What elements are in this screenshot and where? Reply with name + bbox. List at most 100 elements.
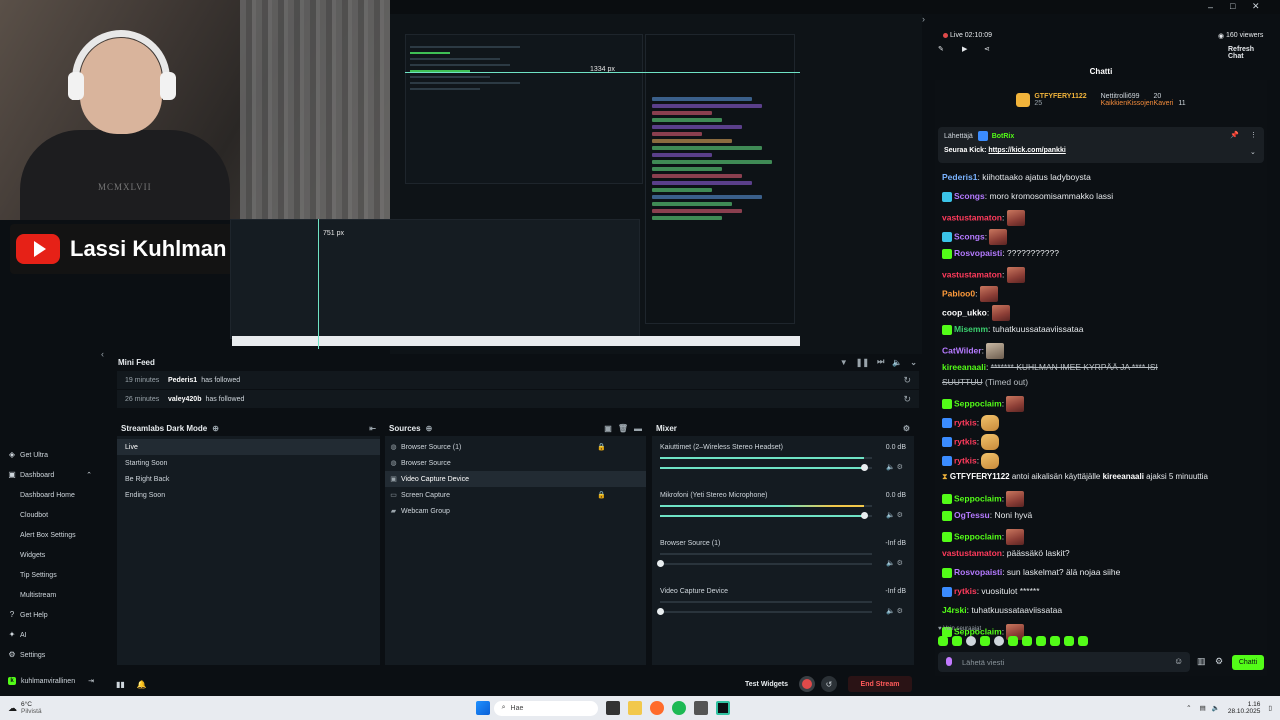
chat-username[interactable]: vastustamaton [942, 212, 1002, 222]
mixer-volume-slider[interactable] [657, 608, 872, 615]
nav-alert-box-settings[interactable]: Alert Box Settings [0, 525, 100, 545]
minimize-icon[interactable]: – [1208, 2, 1213, 12]
refresh-chat-button[interactable]: Refresh Chat [1228, 46, 1268, 60]
share-icon[interactable]: ▶ [962, 45, 967, 53]
mixer-mute-icon[interactable]: 🔈 ⚙ [886, 463, 903, 471]
tray-chevron-icon[interactable]: ⌃ [1186, 704, 1191, 712]
nav-get-help[interactable]: ? Get Help [0, 605, 100, 625]
collapse-right-icon[interactable]: › [922, 14, 925, 24]
windows-start-icon[interactable] [475, 701, 490, 715]
close-icon[interactable]: ✕ [1252, 1, 1260, 12]
notification-icon[interactable]: 🔔 [137, 680, 147, 689]
source-item[interactable]: ◍ Browser Source (1) 🔒 [385, 439, 646, 455]
emote-icon[interactable] [938, 636, 948, 646]
chat-username[interactable]: OgTessu [954, 510, 990, 520]
notifications-icon[interactable]: ▯ [1268, 704, 1272, 712]
scene-item-starting-soon[interactable]: Starting Soon [117, 455, 380, 471]
chat-username[interactable]: vastustamaton [942, 269, 1002, 279]
mixer-volume-knob[interactable] [657, 608, 664, 615]
scene-item-ending-soon[interactable]: Ending Soon [117, 487, 380, 503]
task-view-icon[interactable] [605, 701, 620, 715]
mixer-volume-slider[interactable] [660, 512, 872, 519]
add-source-icon[interactable]: ⊕ [426, 424, 433, 433]
stream-preview[interactable]: 1334 px 751 px [230, 14, 922, 354]
source-item[interactable]: ▭ Screen Capture 🔒 [385, 487, 646, 503]
chat-username[interactable]: coop_ukko [942, 307, 987, 317]
send-chat-button[interactable]: Chatti [1232, 655, 1264, 670]
emoji-icon[interactable]: ☺ [1174, 656, 1183, 666]
network-icon[interactable]: ▤ [1200, 704, 1206, 712]
chat-username[interactable]: Pabloo0 [942, 288, 975, 298]
emote-icon[interactable] [1064, 636, 1074, 646]
test-widgets-button[interactable]: Test Widgets [745, 681, 788, 688]
end-stream-button[interactable]: End Stream [848, 676, 912, 692]
chat-username[interactable]: rytkis [954, 455, 977, 465]
link-icon[interactable]: ⋖ [984, 45, 990, 53]
nav-tip-settings[interactable]: Tip Settings [0, 565, 100, 585]
mixer-mute-icon[interactable]: 🔈 ⚙ [886, 559, 903, 567]
emote-icon[interactable] [1036, 636, 1046, 646]
source-item[interactable]: ▣ Video Capture Device [385, 471, 646, 487]
emote-icon[interactable] [952, 636, 962, 646]
spotify-icon[interactable] [671, 701, 686, 715]
emote-icon[interactable] [1008, 636, 1018, 646]
nav-cloudbot[interactable]: Cloudbot [0, 505, 100, 525]
chat-settings-icon[interactable]: ⚙ [1215, 656, 1223, 667]
emote-icon[interactable] [994, 636, 1004, 646]
mixer-settings-icon[interactable]: ⚙ [903, 424, 910, 433]
source-trash-icon[interactable]: 🗑 [618, 424, 628, 433]
chat-username[interactable]: Pederis1 [942, 172, 977, 182]
record-button[interactable] [799, 676, 815, 692]
chat-username[interactable]: rytkis [954, 436, 977, 446]
filter-icon[interactable]: ▼ [840, 358, 848, 367]
expand-icon[interactable]: ⌄ [1250, 148, 1256, 156]
nav-dashboard[interactable]: ▣ Dashboard ⌃ [0, 465, 100, 485]
chat-username[interactable]: Seppoclaim [954, 531, 1002, 541]
chevron-down-icon[interactable]: ⌄ [910, 358, 917, 367]
nav-dashboard-home[interactable]: Dashboard Home [0, 485, 100, 505]
chat-username[interactable]: vastustamaton [942, 548, 1002, 558]
source-settings-icon[interactable]: ▣ [604, 424, 612, 433]
streamlabs-icon[interactable] [715, 701, 730, 715]
folder-icon[interactable]: ▬ [634, 424, 642, 433]
collapse-sidebar-icon[interactable]: ‹ [101, 349, 104, 359]
mic-icon[interactable] [946, 657, 952, 666]
mixer-volume-knob[interactable] [860, 512, 868, 519]
taskbar-search[interactable]: ⌕ Hae [493, 700, 598, 716]
chat-username[interactable]: rytkis [954, 586, 977, 596]
emote-icon[interactable] [980, 636, 990, 646]
stats-icon[interactable]: ▮▮ [116, 680, 125, 689]
nav-multistream[interactable]: Multistream [0, 585, 100, 605]
volume-icon[interactable]: 🔈 [892, 358, 902, 367]
speaker-icon[interactable]: 🔈 [1212, 704, 1220, 712]
lock-icon[interactable]: 🔒 [597, 491, 606, 499]
logout-icon[interactable]: ⇥ [88, 677, 94, 685]
replay-icon[interactable]: ↻ [903, 375, 911, 386]
chat-username[interactable]: Rosvopaisti [954, 567, 1002, 577]
nav-ai[interactable]: ✦ AI [0, 625, 100, 645]
emote-icon[interactable] [966, 636, 976, 646]
lock-icon[interactable]: 🔒 [597, 443, 606, 451]
mixer-mute-icon[interactable]: 🔈 ⚙ [886, 511, 903, 519]
mixer-volume-knob[interactable] [860, 464, 868, 471]
pinned-link[interactable]: https://kick.com/pankki [988, 147, 1065, 154]
source-item[interactable]: ▰ Webcam Group [385, 503, 646, 519]
scene-item-be-right-back[interactable]: Be Right Back [117, 471, 380, 487]
emote-icon[interactable] [1078, 636, 1088, 646]
chat-username[interactable]: J4rski [942, 605, 967, 615]
mixer-volume-knob[interactable] [657, 560, 664, 567]
chat-username[interactable]: Scongs [954, 231, 985, 241]
chat-input[interactable]: Lähetä viesti ☺ [938, 652, 1190, 672]
chat-username[interactable]: Rosvopaisti [954, 248, 1002, 258]
file-explorer-icon[interactable] [627, 701, 642, 715]
mixer-volume-slider[interactable] [657, 560, 872, 567]
firefox-icon[interactable] [649, 701, 664, 715]
chat-username[interactable]: Seppoclaim [954, 493, 1002, 503]
gift-icon[interactable]: ▥ [1197, 656, 1206, 667]
add-scene-icon[interactable]: ⊕ [212, 424, 219, 433]
nav-widgets[interactable]: Widgets [0, 545, 100, 565]
mixer-mute-icon[interactable]: 🔈 ⚙ [886, 607, 903, 615]
chat-username[interactable]: Misemm [954, 324, 988, 334]
chat-username[interactable]: Seppoclaim [954, 398, 1002, 408]
maximize-icon[interactable]: □ [1230, 1, 1235, 11]
